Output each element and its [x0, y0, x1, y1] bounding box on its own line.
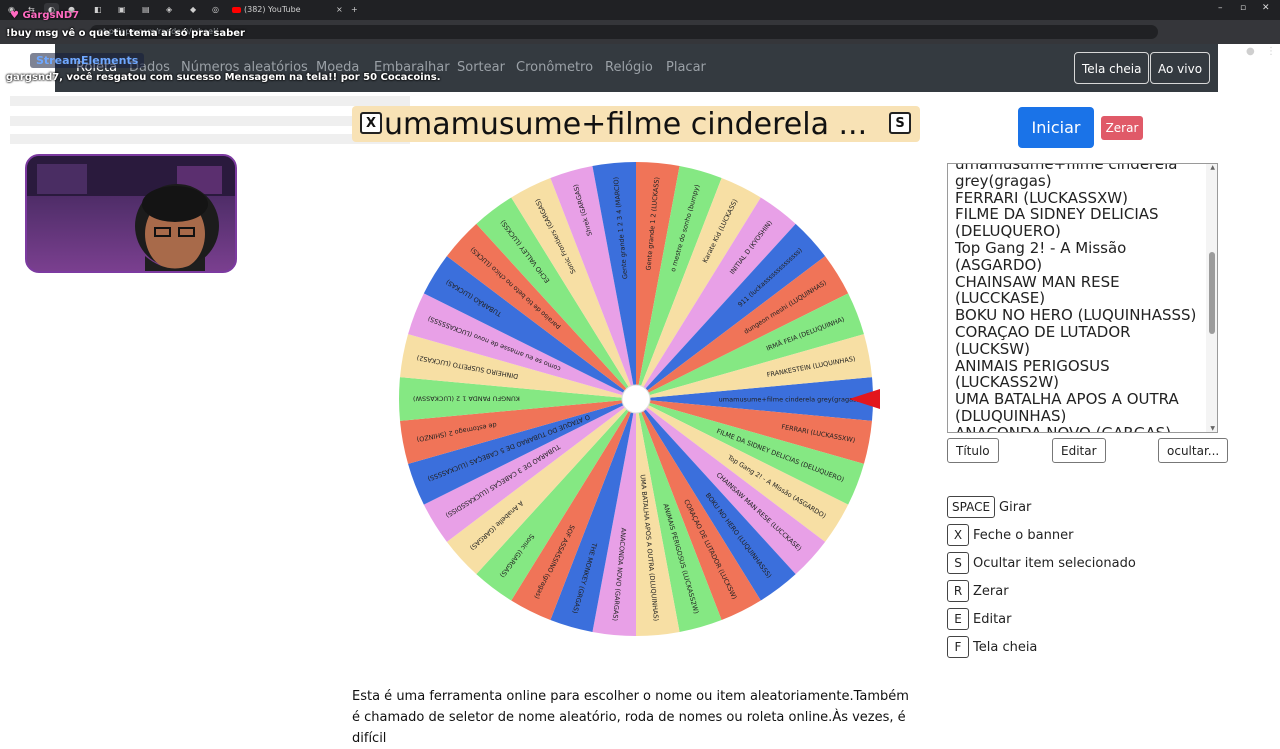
shortcut-row: R Zerar — [947, 580, 1009, 602]
overlay-ghost-row — [10, 116, 410, 126]
shortcut-key: R — [947, 580, 969, 602]
nav-relogio[interactable]: Relógio — [605, 60, 653, 75]
youtube-tab-label: (382) YouTube — [244, 5, 301, 14]
close-window-icon[interactable]: ✕ — [1262, 3, 1270, 13]
shortcut-key: F — [947, 636, 969, 658]
scroll-up-icon[interactable]: ▲ — [1210, 164, 1215, 171]
shortcut-key: S — [947, 552, 969, 574]
edit-button[interactable]: Editar — [1052, 438, 1106, 463]
shortcut-row: E Editar — [947, 608, 1012, 630]
nav-placar[interactable]: Placar — [666, 60, 706, 75]
fullscreen-button[interactable]: Tela cheia — [1074, 52, 1150, 84]
shortcut-row: F Tela cheia — [947, 636, 1037, 658]
wheel-segment-label: umamusume+filme cinderela grey(gragas) — [719, 396, 859, 404]
webcam-figure — [27, 156, 235, 271]
start-button[interactable]: Iniciar — [1018, 107, 1094, 148]
entries-textarea[interactable]: umamusume+filme cinderela grey(gragas) F… — [947, 163, 1218, 433]
browser-tab[interactable]: ▣ — [114, 3, 130, 17]
overlay-ghost-row — [10, 134, 410, 144]
scrollbar[interactable]: ▲ ▼ — [1206, 164, 1217, 432]
scrollbar-thumb[interactable] — [1209, 252, 1215, 334]
description-text: Esta é uma ferramenta online para escolh… — [352, 689, 909, 746]
banner-close-key[interactable]: X — [360, 112, 382, 134]
hide-button[interactable]: ocultar... — [1158, 438, 1229, 463]
shortcut-key: X — [947, 524, 969, 546]
browser-tab[interactable]: ◎ — [208, 3, 223, 17]
profile-avatar[interactable]: ● — [1246, 46, 1255, 57]
close-tab-icon[interactable]: × — [332, 3, 347, 17]
chat-username: ♥ GargsND7 — [10, 10, 80, 21]
browser-tab[interactable]: ◧ — [90, 3, 106, 17]
shortcut-label: Editar — [973, 611, 1012, 627]
youtube-tab[interactable]: (382) YouTube — [228, 3, 346, 17]
selected-banner: X umamusume+filme cinderela ... S — [352, 106, 920, 142]
shortcut-label: Tela cheia — [973, 639, 1038, 655]
redeem-notification: gargsnd7, você resgatou com sucesso Mens… — [6, 72, 441, 83]
banner-title: umamusume+filme cinderela ... — [384, 107, 868, 142]
webcam-overlay — [25, 154, 237, 273]
nav-cronometro[interactable]: Cronômetro — [516, 60, 593, 75]
shortcut-row: SPACE Girar — [947, 496, 1031, 518]
browser-tab[interactable]: ◆ — [186, 3, 200, 17]
wheel-center-hub — [621, 384, 651, 414]
streamelements-tag: StreamElements — [30, 53, 145, 68]
shortcut-row: X Feche o banner — [947, 524, 1073, 546]
new-tab-button[interactable]: + — [347, 3, 362, 17]
reset-button[interactable]: Zerar — [1101, 116, 1143, 140]
youtube-icon — [232, 6, 241, 13]
shortcut-key: E — [947, 608, 969, 630]
shortcut-label: Ocultar item selecionado — [973, 555, 1136, 571]
chat-message: !buy msg vê o que tu tema aí só pra sabe… — [6, 28, 245, 39]
browser-menu-icon[interactable]: ⋮ — [1266, 46, 1276, 57]
site-navbar: Roleta Dados Números aleatórios Moeda Em… — [55, 44, 1218, 92]
scroll-down-icon[interactable]: ▼ — [1210, 425, 1215, 432]
wheel-segment-label: KUNGFU PANDA 1 2 (LUCKASSW) — [413, 395, 520, 403]
banner-hide-key[interactable]: S — [889, 112, 911, 134]
shortcut-row: S Ocultar item selecionado — [947, 552, 1136, 574]
chat-username-text: GargsND7 — [22, 10, 80, 21]
spin-wheel[interactable]: umamusume+filme cinderela grey(gragas)FE… — [396, 158, 886, 640]
shortcut-label: Zerar — [973, 583, 1009, 599]
url-field[interactable]: pt.piliapp.com/random/wheel/ — [90, 25, 1158, 39]
overlay-ghost-row — [10, 96, 410, 106]
minimize-icon[interactable]: – — [1218, 3, 1223, 13]
shortcut-label: Girar — [999, 499, 1032, 515]
browser-tab[interactable]: ▤ — [138, 3, 154, 17]
shortcut-key: SPACE — [947, 496, 996, 518]
title-button[interactable]: Título — [947, 438, 999, 463]
browser-tab-bar: ◉ ⇆ ◐ ● ◧ ▣ ▤ ◈ ◆ ◎ (382) YouTube × + – … — [0, 0, 1280, 20]
shortcut-label: Feche o banner — [973, 527, 1074, 543]
maximize-icon[interactable]: ▫ — [1240, 3, 1246, 13]
nav-sortear[interactable]: Sortear — [457, 60, 505, 75]
entries-text: umamusume+filme cinderela grey(gragas) F… — [955, 163, 1197, 433]
live-button[interactable]: Ao vivo — [1150, 52, 1211, 84]
browser-tab[interactable]: ◈ — [162, 3, 176, 17]
